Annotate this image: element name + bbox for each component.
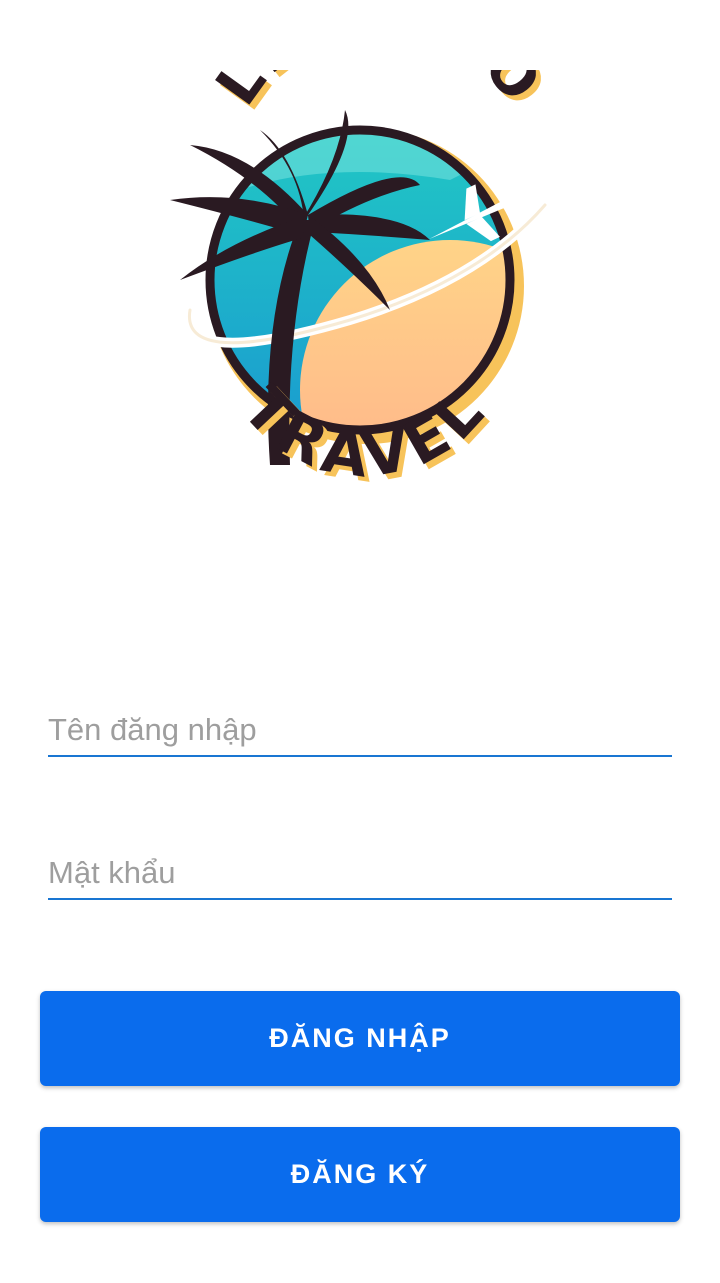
register-button[interactable]: ĐĂNG KÝ — [40, 1127, 680, 1222]
password-input[interactable] — [48, 840, 672, 900]
username-field — [48, 697, 672, 757]
register-button-label: ĐĂNG KÝ — [290, 1159, 430, 1189]
password-field — [48, 840, 672, 900]
travel-logo-graphic: LET'S GO LET'S GO TRAVEL TRAVEL — [170, 70, 558, 497]
username-input[interactable] — [48, 697, 672, 757]
logo-text-top: LET'S GO — [202, 70, 556, 117]
login-button-label: ĐĂNG NHẬP — [269, 1023, 451, 1053]
app-logo: LET'S GO LET'S GO TRAVEL TRAVEL — [150, 70, 570, 510]
login-button[interactable]: ĐĂNG NHẬP — [40, 991, 680, 1086]
